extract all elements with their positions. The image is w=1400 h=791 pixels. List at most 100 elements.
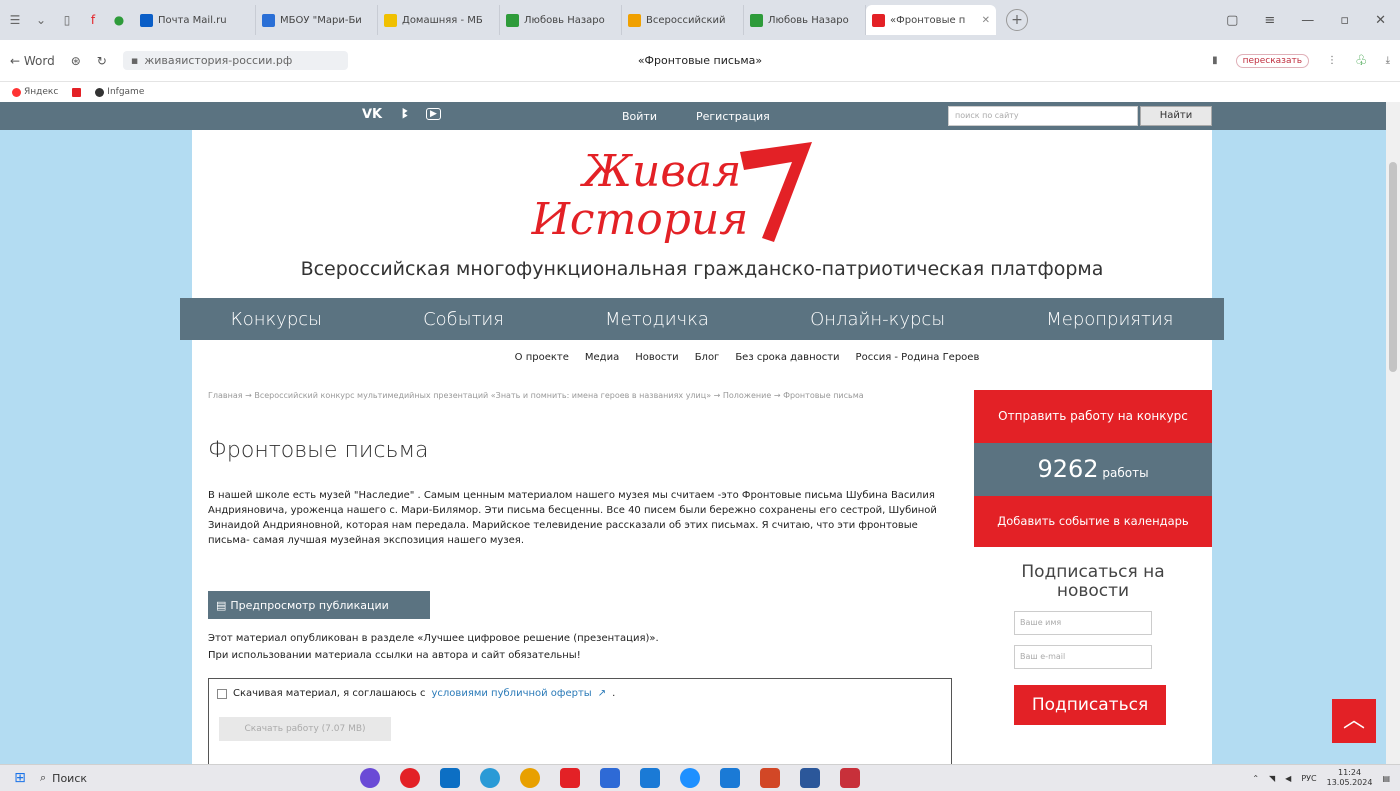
add-event-button[interactable]: Добавить событие в календарь xyxy=(974,496,1212,547)
document-icon: ▤ xyxy=(216,598,227,612)
download-box: Скачивая материал, я соглашаюсь с услови… xyxy=(208,678,952,764)
window-controls: ▢ ≡ — ▫ ✕ xyxy=(1226,13,1400,28)
browser-tab[interactable]: Почта Mail.ru xyxy=(134,5,256,35)
powerpoint-icon[interactable] xyxy=(760,768,780,788)
offer-link[interactable]: условиями публичной оферты xyxy=(432,688,592,699)
submenu-item-blog[interactable]: Блог xyxy=(695,352,720,363)
browser-tab[interactable]: Любовь Назаро xyxy=(500,5,622,35)
logo-line1: Живая xyxy=(580,146,742,197)
browser-menu-icon[interactable]: ☰ xyxy=(4,9,26,31)
site-search-button[interactable]: Найти xyxy=(1140,106,1212,126)
menu-item-events[interactable]: События xyxy=(423,309,504,330)
download-button[interactable]: Скачать работу (7.07 MB) xyxy=(219,717,391,741)
site-info-icon[interactable]: ▪ xyxy=(131,54,138,67)
app-icon[interactable] xyxy=(840,768,860,788)
app-icon[interactable] xyxy=(640,768,660,788)
external-link-icon: ↗ xyxy=(597,688,607,699)
app-icon[interactable] xyxy=(560,768,580,788)
ok-icon[interactable]: ꔪ xyxy=(402,107,408,122)
vk-icon[interactable]: ꓦK xyxy=(362,107,382,122)
submenu-item-news[interactable]: Новости xyxy=(635,352,678,363)
site-logo[interactable]: Живая История xyxy=(512,134,812,252)
publication-note: Этот материал опубликован в разделе «Луч… xyxy=(208,630,960,664)
maximize-icon[interactable]: ▫ xyxy=(1340,13,1349,28)
menu-item-courses[interactable]: Онлайн-курсы xyxy=(810,309,945,330)
minimize-icon[interactable]: — xyxy=(1301,13,1314,28)
submenu-item-media[interactable]: Медиа xyxy=(585,352,619,363)
app-icon[interactable] xyxy=(720,768,740,788)
tab-favicon-icon xyxy=(750,13,763,27)
tab-manager-icon[interactable]: ▢ xyxy=(1226,13,1238,28)
browser-tab-bar: ☰ ⌄ ▯ f ● Почта Mail.ru МБОУ "Мари-Би Дома… xyxy=(0,0,1400,40)
browser-tab[interactable]: «Фронтовые п ✕ xyxy=(866,5,996,35)
chrome-icon[interactable] xyxy=(520,768,540,788)
bookmark-yandex[interactable]: Яндекс xyxy=(12,87,58,97)
yandex-browser-icon[interactable] xyxy=(400,768,420,788)
preview-label: Предпросмотр публикации xyxy=(230,598,389,612)
menu-item-contests[interactable]: Конкурсы xyxy=(231,309,322,330)
submenu-item-about[interactable]: О проекте xyxy=(515,352,569,363)
subscribe-button[interactable]: Подписаться xyxy=(1014,685,1166,725)
submenu-item-heroes[interactable]: Россия - Родина Героев xyxy=(856,352,980,363)
agree-checkbox[interactable] xyxy=(217,688,227,699)
volume-icon[interactable]: ◀ xyxy=(1285,774,1291,783)
scrollbar-thumb[interactable] xyxy=(1389,162,1397,372)
scroll-to-top-button[interactable]: ︿ xyxy=(1332,699,1376,743)
bookmark-icon[interactable]: ▮ xyxy=(1212,55,1218,66)
tab-close-icon[interactable]: ✕ xyxy=(982,15,990,26)
menu-item-activities[interactable]: Мероприятия xyxy=(1046,309,1173,330)
browser-tab[interactable]: Любовь Назаро xyxy=(744,5,866,35)
menu-item-methods[interactable]: Методичка xyxy=(605,309,709,330)
url-field[interactable]: ▪ живаяистория-россии.рф xyxy=(122,51,348,70)
download-icon[interactable]: ⤓ xyxy=(1386,55,1390,66)
bookmark-folder[interactable] xyxy=(72,87,82,97)
network-icon[interactable]: ◥ xyxy=(1269,774,1275,783)
close-icon[interactable]: ✕ xyxy=(1375,13,1386,28)
extension-icon[interactable]: ♧ xyxy=(1355,53,1368,69)
register-link[interactable]: Регистрация xyxy=(696,110,770,123)
pinned-tab-icon[interactable]: f xyxy=(82,9,104,31)
youtube-icon[interactable]: ▶ xyxy=(426,108,441,120)
tab-favicon-icon xyxy=(872,13,885,27)
notifications-icon[interactable]: ▤ xyxy=(1382,774,1390,783)
tab-label: Почта Mail.ru xyxy=(158,14,227,26)
page-title: Фронтовые письма xyxy=(208,438,429,463)
explorer-icon[interactable] xyxy=(600,768,620,788)
retell-button[interactable]: пересказать xyxy=(1235,53,1310,68)
name-field[interactable]: Ваше имя xyxy=(1014,611,1152,635)
email-field[interactable]: Ваш e-mail xyxy=(1014,645,1152,669)
app-icon[interactable] xyxy=(360,768,380,788)
bookmark-infgame[interactable]: Infgame xyxy=(95,87,144,97)
pinned-tab-icon[interactable]: ● xyxy=(108,9,130,31)
clock[interactable]: 11:24 13.05.2024 xyxy=(1327,768,1373,788)
submit-work-button[interactable]: Отправить работу на конкурс xyxy=(974,390,1212,443)
tab-label: МБОУ "Мари-Би xyxy=(280,14,362,26)
edge-icon[interactable] xyxy=(680,768,700,788)
browser-tab[interactable]: МБОУ "Мари-Би xyxy=(256,5,378,35)
protect-icon[interactable]: ⊛ xyxy=(71,54,81,68)
browser-tab[interactable]: Домашняя - МБ xyxy=(378,5,500,35)
windows-start-icon[interactable]: ⊞ xyxy=(0,770,40,786)
reload-icon[interactable]: ↻ xyxy=(97,54,107,68)
login-link[interactable]: Войти xyxy=(622,110,657,123)
search-icon: ⌕ xyxy=(40,771,47,784)
bookmark-page-icon[interactable]: ▯ xyxy=(56,9,78,31)
sidebar: Отправить работу на конкурс 9262 работы … xyxy=(974,390,1212,725)
clock-date: 13.05.2024 xyxy=(1326,778,1373,787)
app-icon[interactable] xyxy=(440,768,460,788)
preview-button[interactable]: ▤ Предпросмотр публикации xyxy=(208,591,430,619)
tray-chevron-icon[interactable]: ⌃ xyxy=(1252,774,1259,783)
word-icon[interactable] xyxy=(800,768,820,788)
tray-lang[interactable]: РУС xyxy=(1301,774,1316,783)
menu-icon[interactable]: ≡ xyxy=(1264,13,1275,28)
tabs-dropdown-icon[interactable]: ⌄ xyxy=(30,9,52,31)
page-scrollbar[interactable] xyxy=(1386,102,1400,764)
breadcrumb[interactable]: Главная → Всероссийский конкурс мультиме… xyxy=(208,390,948,401)
back-button[interactable]: ← Word xyxy=(10,54,55,68)
app-icon[interactable] xyxy=(480,768,500,788)
new-tab-button[interactable]: + xyxy=(1006,9,1028,31)
submenu-item-no-statute[interactable]: Без срока давности xyxy=(735,352,839,363)
site-search-input[interactable]: поиск по сайту xyxy=(948,106,1138,126)
taskbar-search[interactable]: ⌕ Поиск xyxy=(40,771,300,785)
browser-tab[interactable]: Всероссийский xyxy=(622,5,744,35)
